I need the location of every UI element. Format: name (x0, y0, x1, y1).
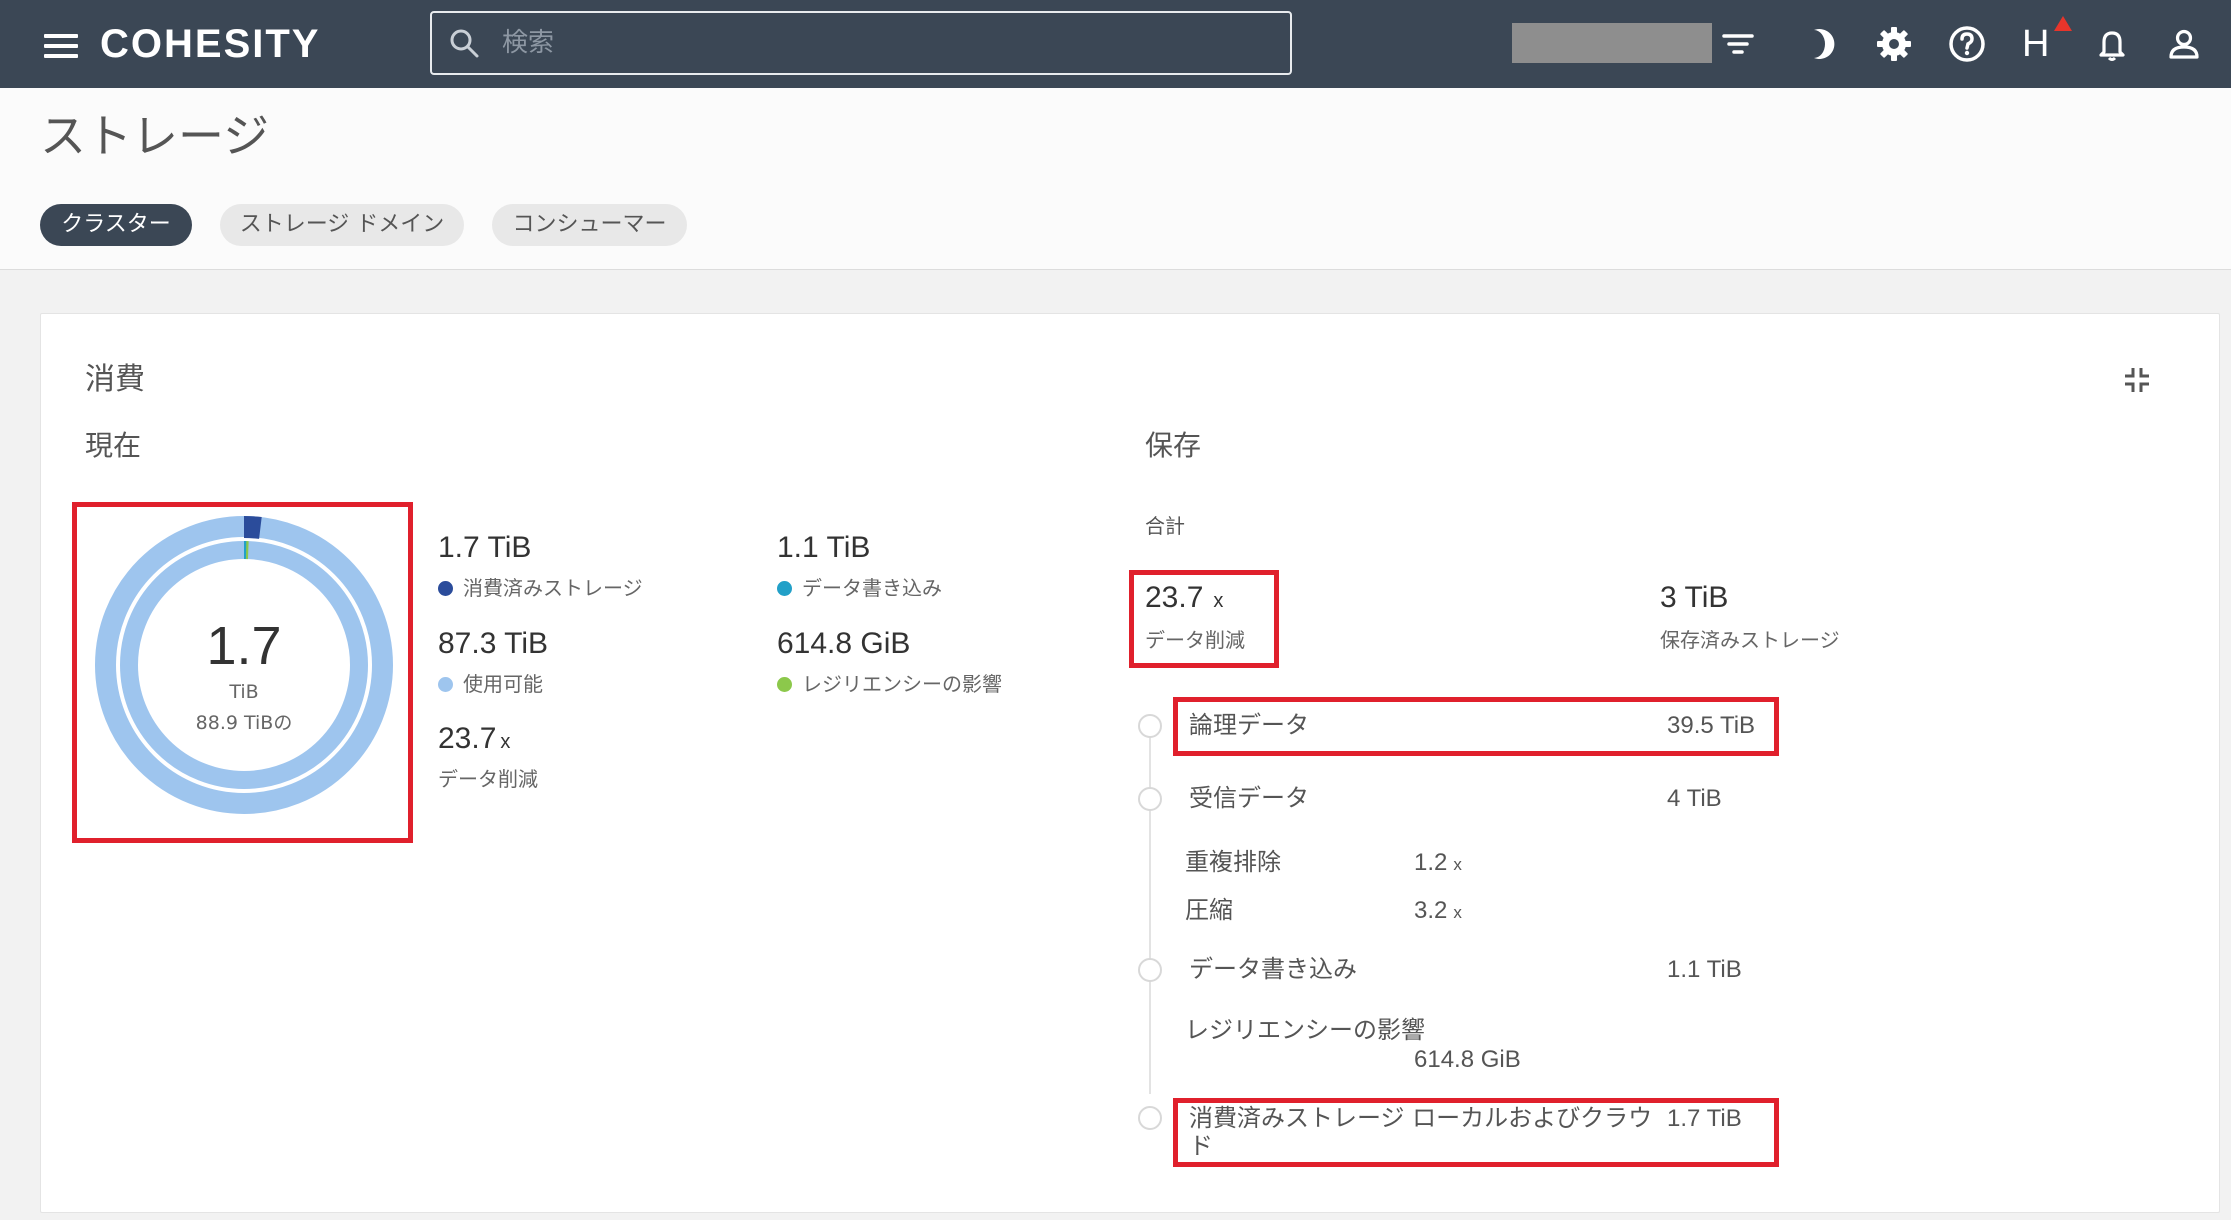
search-input[interactable] (502, 23, 1262, 63)
help-icon[interactable] (1947, 24, 1987, 64)
stat-available-value: 87.3 TiB (438, 627, 549, 660)
legend-dot (777, 581, 792, 596)
brand-logo[interactable]: COHESITY (100, 18, 320, 70)
saved-reduction-value: 23.7 x (1145, 581, 1224, 614)
page-title: ストレージ (40, 109, 270, 163)
saved-storage-value: 3 TiB (1660, 581, 1729, 614)
donut-unit: TiB (229, 681, 259, 703)
search-icon (450, 29, 479, 58)
collapse-icon[interactable] (2121, 364, 2153, 396)
timeline-dot (1138, 714, 1162, 738)
consumed-storage-value: 1.7 TiB (1667, 1105, 1742, 1132)
consumed-storage-label: 消費済みストレージ ローカルおよびクラウド (1189, 1104, 1653, 1160)
compression-value: 3.2 x (1414, 897, 1462, 924)
stat-write-value: 1.1 TiB (777, 531, 871, 564)
user-initial-badge[interactable]: H (2022, 20, 2049, 68)
search-box[interactable] (430, 11, 1292, 75)
menu-icon[interactable] (44, 34, 78, 58)
card-title: 消費 (85, 362, 145, 397)
current-label: 現在 (85, 429, 142, 462)
timeline-dot (1138, 958, 1162, 982)
dedup-value: 1.2 x (1414, 849, 1462, 876)
stat-resilience-value: 614.8 GiB (777, 627, 911, 660)
stat-write-label: データ書き込み (777, 572, 942, 601)
timeline-dot (1138, 1106, 1162, 1130)
received-data-label: 受信データ (1189, 784, 1309, 812)
bell-icon[interactable] (2092, 24, 2132, 64)
dedup-label: 重複排除 (1185, 848, 1281, 876)
saved-label: 保存 (1145, 429, 1202, 462)
page-header: ストレージ クラスター ストレージ ドメイン コンシューマー (0, 88, 2231, 270)
redacted-cluster-name (1512, 23, 1712, 63)
resilience-impact-label: レジリエンシーの影響 (1185, 1016, 1425, 1044)
filter-icon[interactable] (1718, 24, 1758, 64)
saved-storage-label: 保存済みストレージ (1660, 628, 1840, 652)
legend-dot (777, 677, 792, 692)
legend-dot (438, 581, 453, 596)
logical-data-label: 論理データ (1189, 711, 1309, 739)
donut-value: 1.7 (206, 616, 282, 676)
alert-triangle-icon (2054, 16, 2072, 31)
consumption-card: 消費 現在 1.7 TiB 88.9 TiBの 1.7 TiB 消費済みストレー… (40, 313, 2220, 1213)
data-write-value: 1.1 TiB (1667, 956, 1742, 983)
tab-storage-domain[interactable]: ストレージ ドメイン (220, 204, 464, 246)
total-label: 合計 (1145, 514, 1185, 538)
data-write-label: データ書き込み (1189, 955, 1357, 983)
timeline-line (1149, 722, 1151, 1094)
received-data-value: 4 TiB (1667, 785, 1722, 812)
saved-reduction-label: データ削減 (1145, 628, 1245, 652)
resilience-impact-value: 614.8 GiB (1414, 1046, 1521, 1073)
gear-icon[interactable] (1874, 24, 1914, 64)
current-reduction-label: データ削減 (438, 767, 538, 791)
stat-resilience-label: レジリエンシーの影響 (777, 668, 1002, 697)
tab-consumer[interactable]: コンシューマー (492, 204, 687, 246)
top-bar: COHESITY H (0, 0, 2231, 88)
stat-consumed-value: 1.7 TiB (438, 531, 532, 564)
logical-data-value: 39.5 TiB (1667, 712, 1756, 739)
user-icon[interactable] (2164, 24, 2204, 64)
donut-center: 1.7 TiB 88.9 TiBの (94, 515, 394, 815)
compression-label: 圧縮 (1185, 896, 1233, 924)
timeline-dot (1138, 787, 1162, 811)
stat-consumed-label: 消費済みストレージ (438, 572, 643, 601)
moon-icon[interactable] (1800, 24, 1840, 64)
donut-total: 88.9 TiBの (195, 712, 293, 734)
stat-available-label: 使用可能 (438, 668, 543, 697)
tab-cluster[interactable]: クラスター (40, 204, 192, 246)
current-reduction-value: 23.7 x (438, 722, 511, 755)
legend-dot (438, 677, 453, 692)
